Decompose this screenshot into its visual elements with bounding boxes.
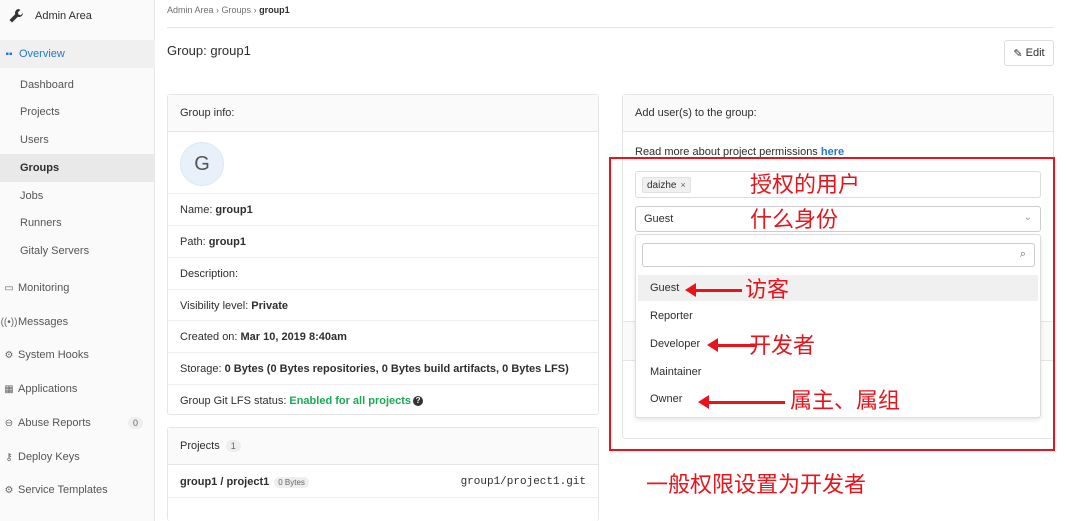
sidebar-item-messages[interactable]: ((•)) Messages	[0, 308, 155, 336]
breadcrumb: Admin Area › Groups › group1	[167, 5, 290, 15]
annotation-owner: 属主、属组	[790, 389, 901, 414]
info-created-row: Created on: Mar 10, 2019 8:40am	[168, 320, 598, 352]
info-path-row: Path: group1	[168, 225, 598, 257]
annotation-arrow-owner	[698, 395, 785, 409]
sidebar-item-system-hooks[interactable]: ⚙ System Hooks	[0, 341, 155, 369]
project-size-badge: 0 Bytes	[274, 476, 309, 488]
breadcrumb-admin-area[interactable]: Admin Area	[167, 5, 214, 15]
edit-button[interactable]: ✎ Edit	[1004, 40, 1054, 66]
flag-icon: ⊖	[4, 417, 14, 429]
created-label: Created on:	[180, 330, 238, 343]
annotation-what-role: 什么身份	[750, 208, 839, 233]
annotation-authorized-user: 授权的用户	[750, 173, 861, 198]
sidebar-item-deploy-keys[interactable]: ⚷ Deploy Keys	[0, 443, 155, 471]
add-users-header: Add user(s) to the group:	[623, 95, 1053, 132]
name-value: group1	[215, 203, 253, 216]
info-visibility-row: Visibility level: Private	[168, 289, 598, 321]
sidebar-item-applications[interactable]: ▦ Applications	[0, 375, 155, 403]
grid-icon: ▦	[4, 383, 14, 395]
group-info-header: Group info:	[168, 95, 598, 132]
projects-divider	[168, 497, 598, 498]
sidebar-sub-jobs[interactable]: Jobs	[0, 182, 155, 210]
sidebar-title: Admin Area	[35, 10, 92, 22]
sidebar-sub-gitaly-servers[interactable]: Gitaly Servers	[0, 237, 155, 265]
lfs-value: Enabled for all projects	[289, 394, 412, 407]
visibility-label: Visibility level:	[180, 299, 249, 312]
path-value: group1	[208, 235, 246, 248]
edit-button-label: Edit	[1025, 47, 1045, 59]
projects-header: Projects 1	[168, 428, 598, 465]
avatar: G	[180, 142, 224, 186]
sidebar-header[interactable]: Admin Area	[0, 0, 154, 32]
question-icon[interactable]: ?	[413, 395, 424, 406]
info-lfs-row: Group Git LFS status: Enabled for all pr…	[168, 384, 598, 416]
created-value: Mar 10, 2019 8:40am	[240, 330, 347, 343]
abuse-count-badge: 0	[127, 417, 143, 429]
description-label: Description:	[180, 267, 239, 280]
monitor-icon: ▭	[4, 282, 14, 294]
sidebar-item-label: Monitoring	[18, 282, 70, 294]
sidebar-item-abuse-reports[interactable]: ⊖ Abuse Reports 0	[0, 409, 155, 437]
annotation-arrow-guest	[685, 283, 742, 297]
overview-icon: ▪▪	[5, 48, 13, 60]
annotation-guest: 访客	[745, 278, 790, 303]
sidebar: Admin Area ▪▪ Overview Dashboard Project…	[0, 0, 155, 521]
breadcrumb-group1[interactable]: group1	[259, 5, 290, 15]
sidebar-item-label: Applications	[18, 383, 78, 395]
page-title: Group: group1	[167, 43, 251, 58]
projects-panel: Projects 1 group1 / project1 0 Bytes gro…	[167, 427, 599, 521]
key-icon: ⚷	[5, 451, 13, 463]
sidebar-item-label: Service Templates	[18, 484, 108, 496]
path-label: Path:	[180, 235, 206, 248]
sidebar-item-overview[interactable]: ▪▪ Overview	[0, 40, 155, 68]
sidebar-sub-projects[interactable]: Projects	[0, 98, 155, 126]
breadcrumb-groups[interactable]: Groups	[222, 5, 252, 15]
info-storage-row: Storage: 0 Bytes (0 Bytes repositories, …	[168, 352, 598, 384]
info-name-row: Name: group1	[168, 193, 598, 225]
sidebar-item-service-templates[interactable]: ⚙ Service Templates	[0, 476, 155, 504]
storage-label: Storage:	[180, 362, 222, 375]
sidebar-item-label: Messages	[18, 316, 69, 328]
sidebar-item-monitoring[interactable]: ▭ Monitoring	[0, 274, 155, 302]
group-info-panel: Group info: G Name: group1 Path: group1 …	[167, 94, 599, 415]
sidebar-sub-groups[interactable]: Groups	[0, 154, 155, 182]
wrench-icon	[9, 9, 23, 23]
projects-count-badge: 1	[225, 440, 241, 452]
lfs-label: Group Git LFS status:	[180, 394, 287, 407]
visibility-value: Private	[251, 299, 288, 312]
sidebar-item-label: System Hooks	[18, 349, 89, 361]
edit-icon: ✎	[1013, 47, 1023, 60]
annotation-bottom-note: 一般权限设置为开发者	[646, 473, 867, 498]
info-description-row: Description:	[168, 257, 598, 289]
broadcast-icon: ((•))	[0, 316, 18, 328]
sidebar-item-label: Abuse Reports	[18, 417, 91, 429]
hook-icon: ⚙	[4, 349, 14, 361]
name-label: Name:	[180, 203, 213, 216]
sidebar-item-label: Overview	[19, 48, 65, 60]
storage-value: 0 Bytes (0 Bytes repositories, 0 Bytes b…	[224, 362, 569, 375]
sidebar-sub-dashboard[interactable]: Dashboard	[0, 71, 155, 99]
sidebar-sub-runners[interactable]: Runners	[0, 209, 155, 237]
breadcrumb-divider	[167, 27, 1054, 28]
project-git-path: group1/project1.git	[460, 476, 586, 488]
project-row: group1 / project1 0 Bytes group1/project…	[168, 466, 598, 498]
settings-icon: ⚙	[4, 484, 14, 496]
sidebar-sub-users[interactable]: Users	[0, 126, 155, 154]
sidebar-item-label: Deploy Keys	[18, 451, 80, 463]
project-name-link[interactable]: group1 / project1	[180, 476, 269, 488]
projects-title: Projects	[180, 440, 220, 452]
annotation-developer: 开发者	[749, 334, 816, 359]
